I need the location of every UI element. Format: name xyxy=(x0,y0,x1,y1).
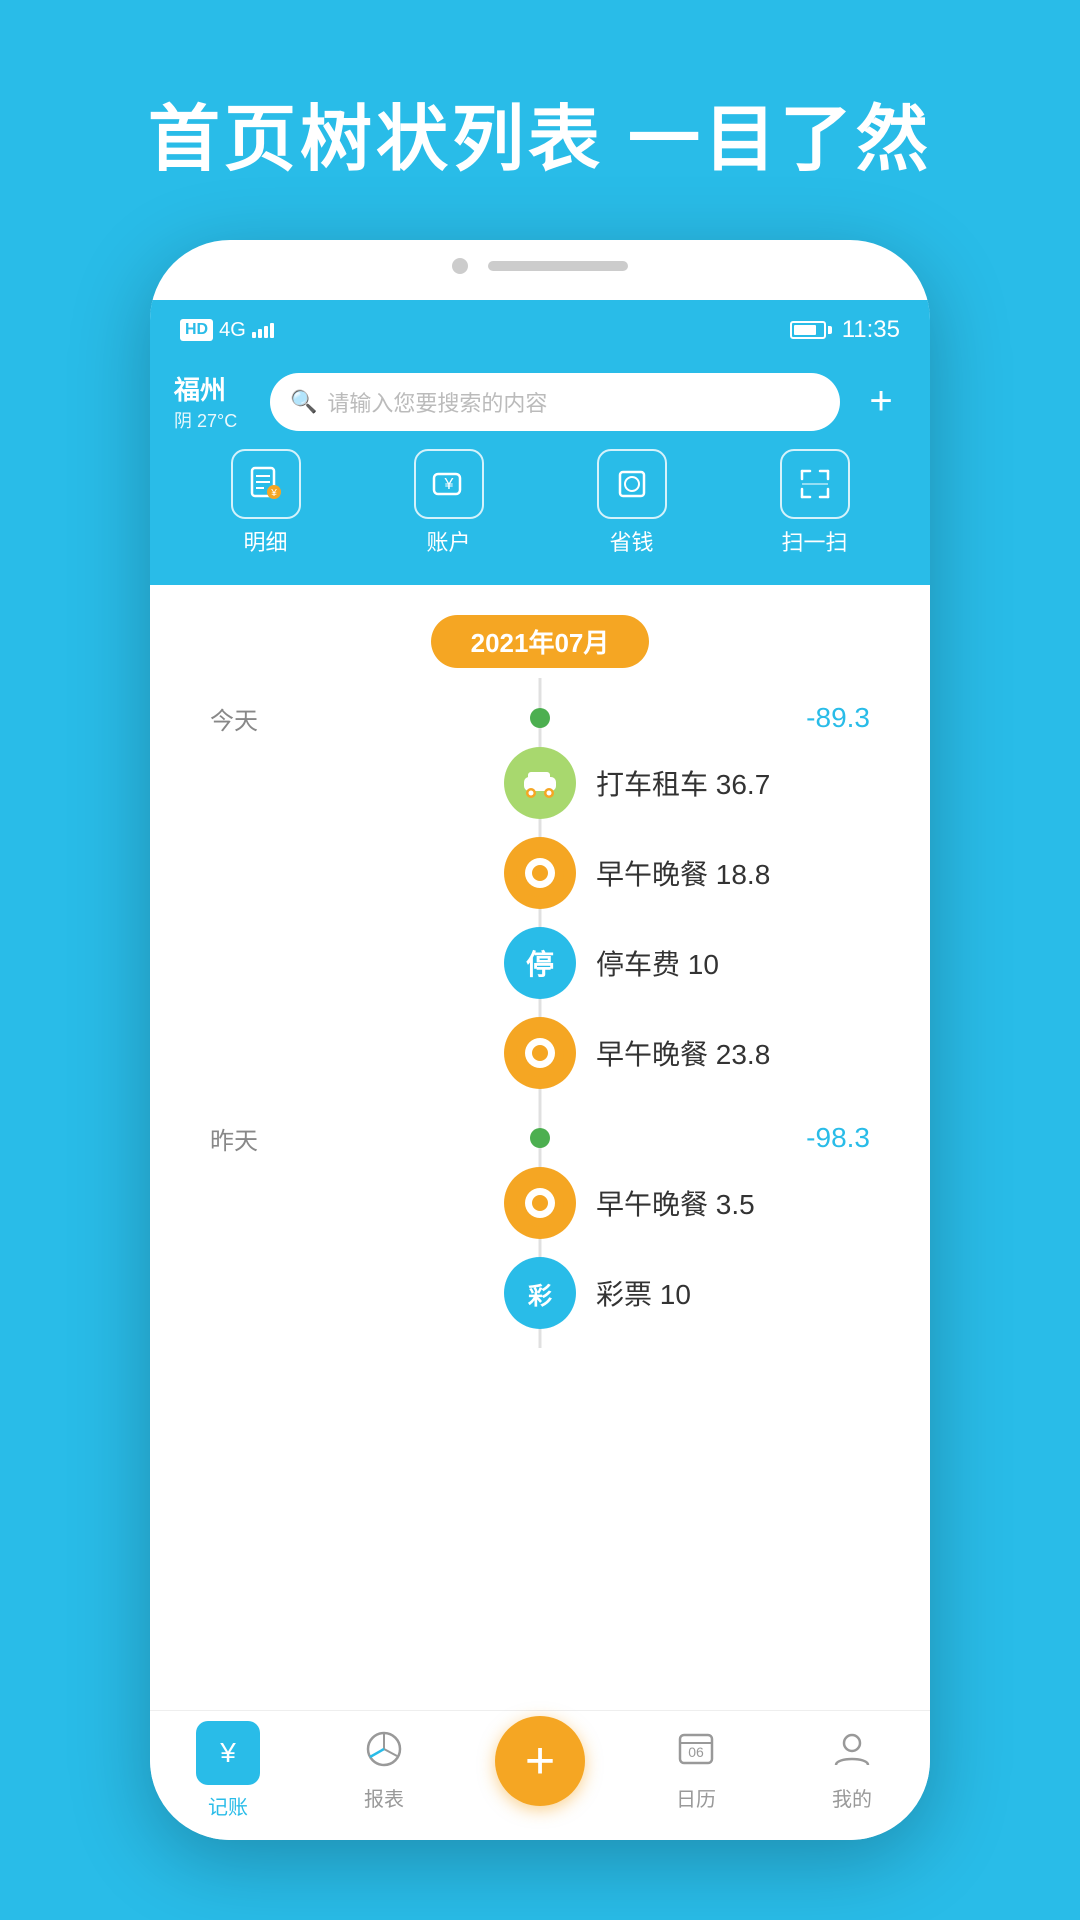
shengqian-label: 省钱 xyxy=(609,525,653,557)
lottery-icon: 彩 xyxy=(504,1257,576,1329)
jizhang-icon: ¥ xyxy=(196,1721,260,1785)
search-placeholder-text: 请输入您要搜索的内容 xyxy=(327,386,547,418)
add-center-icon: + xyxy=(525,1731,555,1791)
list-item[interactable]: 早午晚餐 23.8 xyxy=(150,1008,930,1098)
baobiao-icon xyxy=(364,1729,404,1777)
bnav-jizhang[interactable]: ¥ 记账 xyxy=(150,1721,306,1820)
parking-icon: 停 xyxy=(504,927,576,999)
zhanghu-label: 账户 xyxy=(426,525,470,557)
nav-icon-mingxi[interactable]: ¥ 明细 xyxy=(174,449,357,557)
phone-mockup: HD 4G 11:35 xyxy=(150,240,930,1840)
tx-label: 停车费 10 xyxy=(596,943,719,983)
bnav-wode[interactable]: 我的 xyxy=(774,1729,930,1812)
status-time: 11:35 xyxy=(842,316,900,344)
tx-label: 打车租车 36.7 xyxy=(596,763,770,803)
add-button[interactable]: + xyxy=(856,379,906,424)
svg-text:06: 06 xyxy=(688,1744,704,1760)
bottom-nav: ¥ 记账 报表 xyxy=(150,1710,930,1840)
rili-icon: 06 xyxy=(676,1729,716,1777)
list-item[interactable]: 打车租车 36.7 xyxy=(150,738,930,828)
mingxi-icon: ¥ xyxy=(231,449,301,519)
yesterday-dot xyxy=(530,1128,550,1148)
search-icon: 🔍 xyxy=(290,389,317,415)
month-badge-row: 2021年07月 xyxy=(150,585,930,678)
food-icon-2 xyxy=(504,1017,576,1089)
location-info: 福州 阴 27°C xyxy=(174,370,254,433)
yesterday-amount: -98.3 xyxy=(806,1122,870,1154)
bnav-add[interactable]: + xyxy=(462,1736,618,1806)
phone-speaker xyxy=(488,261,628,271)
food-icon-3 xyxy=(504,1167,576,1239)
tx-label: 彩票 10 xyxy=(596,1273,691,1313)
tx-label: 早午晚餐 18.8 xyxy=(596,853,770,893)
phone-top-bar xyxy=(452,240,628,274)
yesterday-row: 昨天 -98.3 xyxy=(150,1128,930,1148)
today-label: 今天 xyxy=(210,701,258,736)
bnav-rili[interactable]: 06 日历 xyxy=(618,1729,774,1812)
today-row: 今天 -89.3 xyxy=(150,708,930,728)
bnav-rili-label: 日历 xyxy=(676,1783,716,1812)
bnav-wode-label: 我的 xyxy=(832,1783,872,1812)
add-center-button[interactable]: + xyxy=(495,1716,585,1806)
status-bar: HD 4G 11:35 xyxy=(150,300,930,360)
today-amount: -89.3 xyxy=(806,702,870,734)
list-item[interactable]: 早午晚餐 18.8 xyxy=(150,828,930,918)
bnav-baobiao-label: 报表 xyxy=(364,1783,404,1812)
saoyisao-icon xyxy=(780,449,850,519)
saoyisao-label: 扫一扫 xyxy=(781,525,847,557)
main-content: 2021年07月 今天 -89.3 xyxy=(150,585,930,1685)
bnav-jizhang-label: 记账 xyxy=(208,1791,248,1820)
tx-label: 早午晚餐 3.5 xyxy=(596,1183,755,1223)
list-item[interactable]: 彩 彩票 10 xyxy=(150,1248,930,1338)
bnav-baobiao[interactable]: 报表 xyxy=(306,1729,462,1812)
hd-badge: HD xyxy=(180,319,213,341)
search-box[interactable]: 🔍 请输入您要搜索的内容 xyxy=(270,373,840,431)
wode-icon xyxy=(832,1729,872,1777)
mingxi-label: 明细 xyxy=(243,525,287,557)
location-weather: 阴 27°C xyxy=(174,407,254,433)
month-badge: 2021年07月 xyxy=(431,615,650,668)
status-left: HD 4G xyxy=(180,319,274,342)
nav-icon-saoyisao[interactable]: 扫一扫 xyxy=(723,449,906,557)
shengqian-icon xyxy=(597,449,667,519)
network-badge: 4G xyxy=(219,319,246,342)
nav-icons-row: ¥ 明细 ¥ 账户 xyxy=(174,433,906,565)
list-item[interactable]: 停 停车费 10 xyxy=(150,918,930,1008)
phone-camera xyxy=(452,258,468,274)
page-title: 首页树状列表 一目了然 xyxy=(0,0,1080,185)
food-icon xyxy=(504,837,576,909)
nav-icon-shengqian[interactable]: 省钱 xyxy=(540,449,723,557)
zhanghu-icon: ¥ xyxy=(414,449,484,519)
svg-text:¥: ¥ xyxy=(443,476,453,493)
tx-label: 早午晚餐 23.8 xyxy=(596,1033,770,1073)
today-dot xyxy=(530,708,550,728)
page-background: 首页树状列表 一目了然 HD 4G xyxy=(0,0,1080,1920)
app-header: 福州 阴 27°C 🔍 请输入您要搜索的内容 + xyxy=(150,360,930,585)
svg-text:¥: ¥ xyxy=(270,488,277,499)
battery-icon xyxy=(790,321,832,339)
nav-icon-zhanghu[interactable]: ¥ 账户 xyxy=(357,449,540,557)
signal-bars xyxy=(252,322,274,338)
status-right: 11:35 xyxy=(790,316,900,344)
yesterday-label: 昨天 xyxy=(210,1121,258,1156)
timeline: 今天 -89.3 xyxy=(150,678,930,1348)
list-item[interactable]: 早午晚餐 3.5 xyxy=(150,1158,930,1248)
location-city: 福州 xyxy=(174,370,254,407)
car-icon xyxy=(504,747,576,819)
